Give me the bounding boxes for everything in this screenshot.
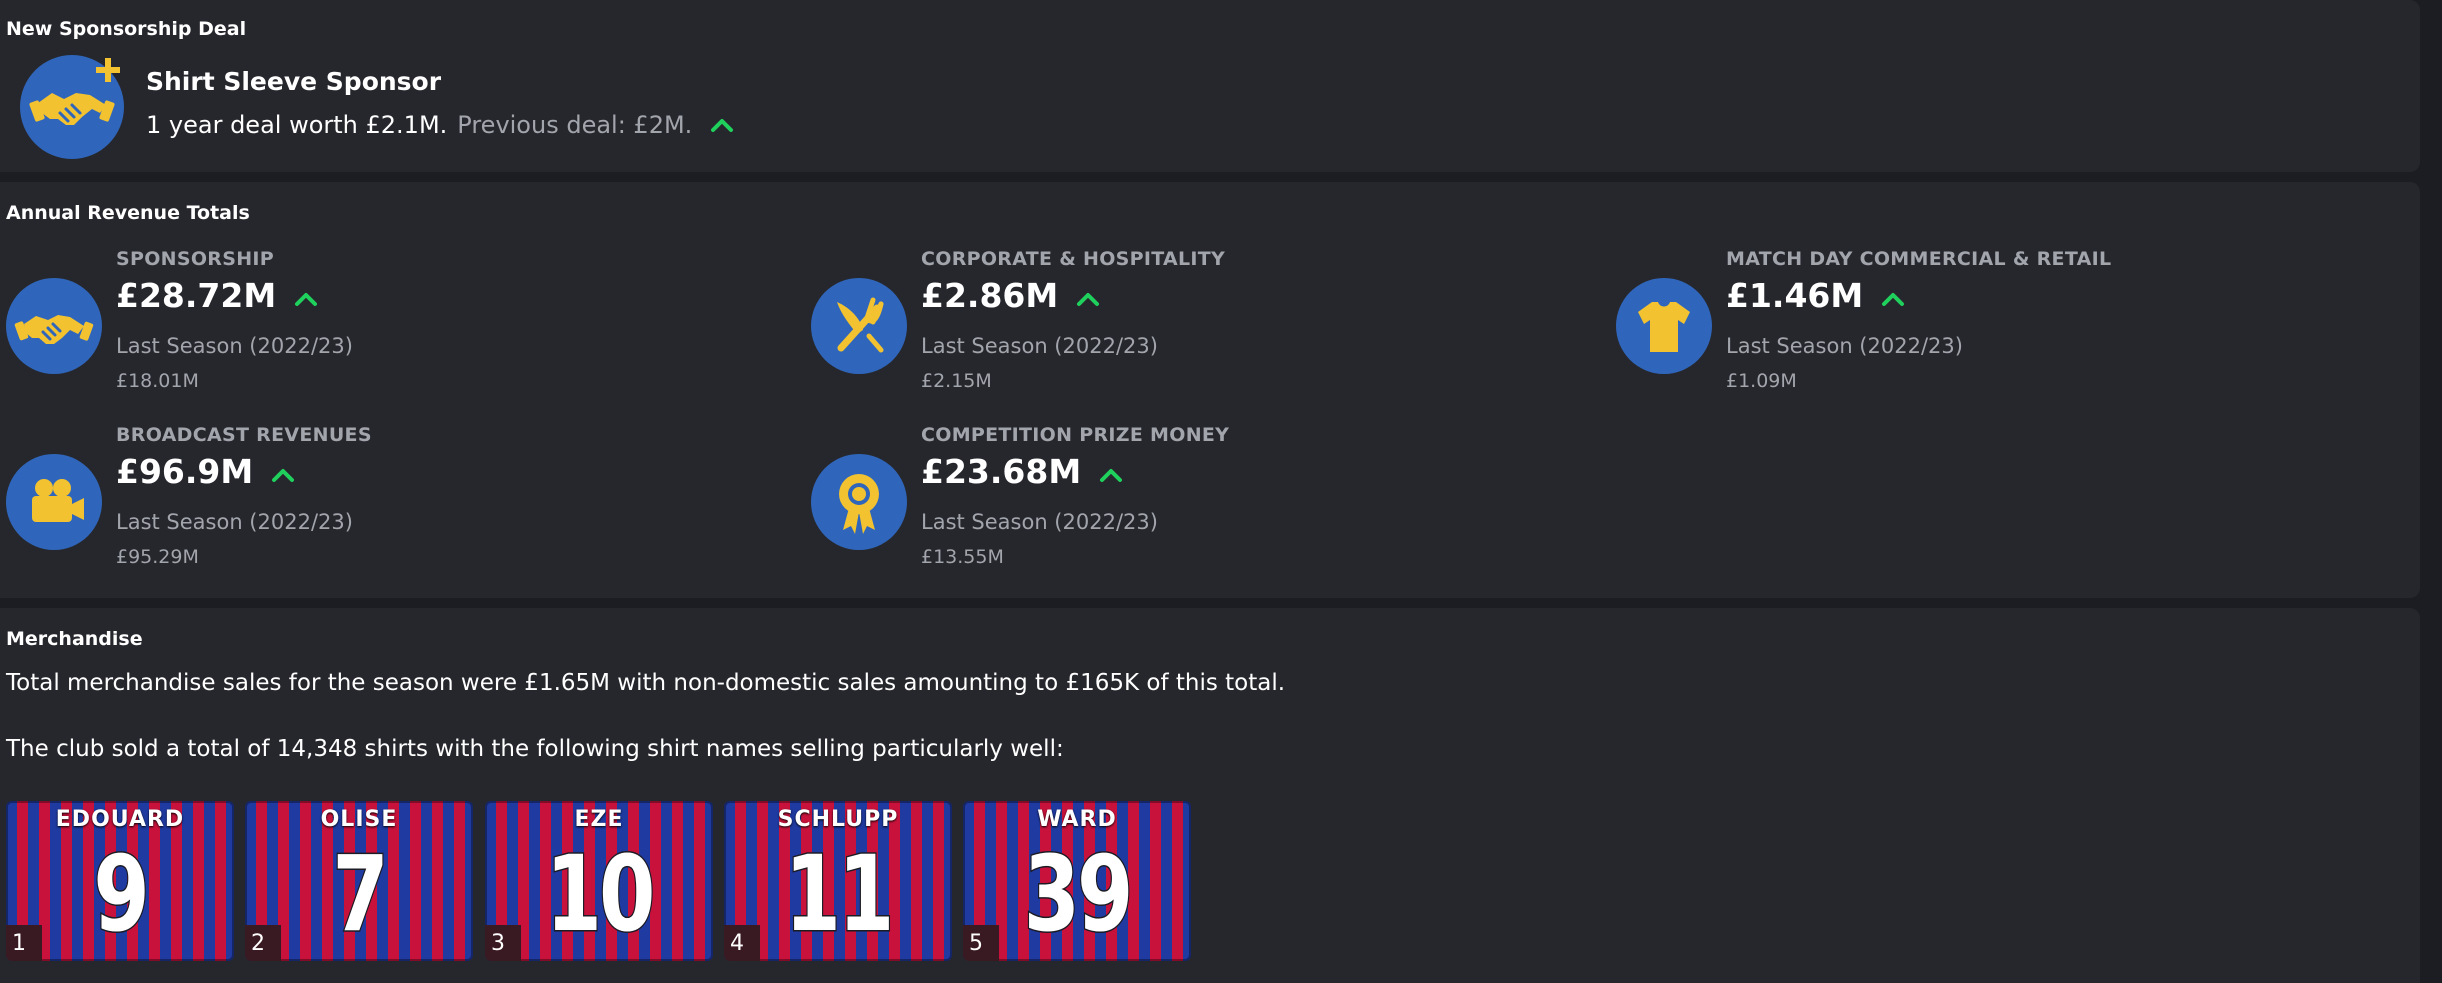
revenue-item-corporate-hospitality[interactable]: CORPORATE & HOSPITALITY £2.86M Last Seas…	[811, 248, 1511, 408]
revenue-amount: £1.46M	[1726, 276, 1864, 315]
shirt-rank: 3	[485, 925, 521, 961]
shirt-number: 7	[331, 832, 390, 957]
revenue-label: BROADCAST REVENUES	[116, 424, 372, 446]
panel-title: New Sponsorship Deal	[6, 18, 247, 40]
deal-text: 1 year deal worth £2.1M.	[146, 111, 448, 139]
handshake-icon	[6, 278, 102, 374]
shirt-rank: 1	[6, 925, 42, 961]
panel-title: Merchandise	[6, 628, 143, 650]
sponsorship-deal-panel: New Sponsorship Deal Shirt Sleeve Sponso…	[0, 0, 2420, 172]
trend-up-icon	[1881, 276, 1905, 315]
revenue-value: £2.86M	[921, 276, 1100, 315]
revenue-value: £96.9M	[116, 452, 295, 491]
shirt-card[interactable]: EDOUARD 9 1	[6, 801, 234, 961]
last-season-value: £95.29M	[116, 546, 199, 568]
panel-title: Annual Revenue Totals	[6, 202, 250, 224]
merchandise-summary: Total merchandise sales for the season w…	[6, 670, 1286, 696]
shirt-number: 10	[544, 832, 656, 957]
last-season-value: £1.09M	[1726, 370, 1797, 392]
shirt-rank: 4	[724, 925, 760, 961]
trend-up-icon	[1099, 452, 1123, 491]
annual-revenue-panel: Annual Revenue Totals SPONSORSHIP £28.72…	[0, 182, 2420, 598]
revenue-value: £1.46M	[1726, 276, 1905, 315]
deal-details: 1 year deal worth £2.1M. Previous deal: …	[146, 111, 734, 139]
shirt-sales-text: The club sold a total of 14,348 shirts w…	[6, 736, 1064, 762]
revenue-label: COMPETITION PRIZE MONEY	[921, 424, 1230, 446]
last-season-label: Last Season (2022/23)	[921, 334, 1158, 358]
trend-up-icon	[1076, 276, 1100, 315]
shirt-number: 9	[92, 832, 151, 957]
revenue-value: £23.68M	[921, 452, 1123, 491]
shirt-number: 11	[783, 832, 895, 957]
trend-up-icon	[294, 276, 318, 315]
revenue-amount: £23.68M	[921, 452, 1082, 491]
revenue-amount: £28.72M	[116, 276, 277, 315]
last-season-label: Last Season (2022/23)	[116, 510, 353, 534]
cutlery-icon	[811, 278, 907, 374]
revenue-amount: £96.9M	[116, 452, 254, 491]
deal-title: Shirt Sleeve Sponsor	[146, 67, 442, 96]
revenue-item-competition-prize[interactable]: COMPETITION PRIZE MONEY £23.68M Last Sea…	[811, 424, 1511, 584]
last-season-label: Last Season (2022/23)	[921, 510, 1158, 534]
shirt-card[interactable]: OLISE 7 2	[245, 801, 473, 961]
shirt-card[interactable]: EZE 10 3	[485, 801, 713, 961]
trend-up-icon	[271, 452, 295, 491]
shirt-card[interactable]: WARD 39 5	[963, 801, 1191, 961]
rosette-icon	[811, 454, 907, 550]
revenue-item-match-day-commercial[interactable]: MATCH DAY COMMERCIAL & RETAIL £1.46M Las…	[1616, 248, 2316, 408]
revenue-label: MATCH DAY COMMERCIAL & RETAIL	[1726, 248, 2112, 270]
camera-icon	[6, 454, 102, 550]
last-season-value: £2.15M	[921, 370, 992, 392]
last-season-value: £13.55M	[921, 546, 1004, 568]
revenue-amount: £2.86M	[921, 276, 1059, 315]
trend-up-icon	[710, 111, 734, 139]
last-season-value: £18.01M	[116, 370, 199, 392]
previous-deal-text: Previous deal: £2M.	[457, 111, 693, 139]
revenue-value: £28.72M	[116, 276, 318, 315]
shirt-number: 39	[1022, 832, 1134, 957]
shirt-rank: 2	[245, 925, 281, 961]
revenue-label: CORPORATE & HOSPITALITY	[921, 248, 1226, 270]
revenue-label: SPONSORSHIP	[116, 248, 275, 270]
shirt-icon	[1616, 278, 1712, 374]
shirt-rank: 5	[963, 925, 999, 961]
plus-icon	[94, 56, 122, 84]
revenue-item-sponsorship[interactable]: SPONSORSHIP £28.72M Last Season (2022/23…	[6, 248, 706, 408]
revenue-item-broadcast[interactable]: BROADCAST REVENUES £96.9M Last Season (2…	[6, 424, 706, 584]
last-season-label: Last Season (2022/23)	[1726, 334, 1963, 358]
last-season-label: Last Season (2022/23)	[116, 334, 353, 358]
shirt-card[interactable]: SCHLUPP 11 4	[724, 801, 952, 961]
